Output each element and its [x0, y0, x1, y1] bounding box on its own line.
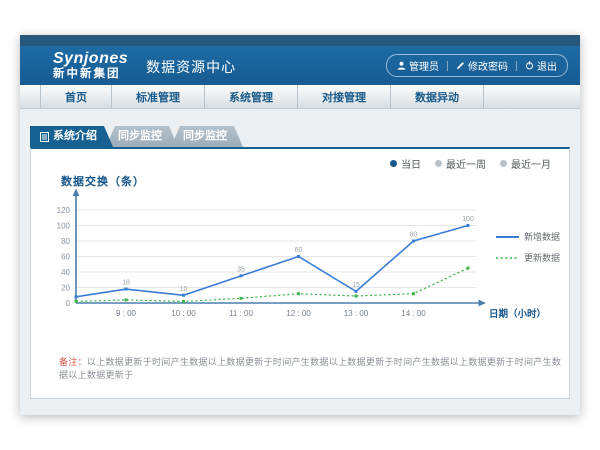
content-area: 系统介绍 同步监控 同步监控 当日 最近一周	[20, 126, 580, 415]
radio-dot[interactable]	[435, 160, 442, 167]
x-tick-label: 10 : 00	[171, 309, 196, 318]
radio-label: 最近一周	[446, 156, 486, 171]
y-tick-label: 120	[57, 206, 71, 215]
series-0: 18 10 35 60 15 80 100	[75, 216, 474, 298]
tab-system-intro[interactable]: 系统介绍	[30, 126, 113, 147]
exchange-chart: 0 20 40 60 80 100 120 9 : 00 10 : 00 11 : 00 12 : …	[41, 187, 561, 337]
tab-sync-monitor-2[interactable]: 同步监控	[171, 126, 243, 147]
user-toolbar: 管理员 修改密码 退出	[386, 54, 568, 77]
data-point-label: 10	[180, 286, 188, 293]
current-user-label: 管理员	[409, 58, 439, 73]
main-nav: 首页 标准管理 系统管理 对接管理 数据异动	[20, 85, 580, 109]
data-point	[412, 292, 415, 295]
tab-bar: 系统介绍 同步监控 同步监控	[30, 126, 580, 147]
data-point	[75, 295, 78, 298]
data-point	[467, 267, 470, 270]
data-point-label: 15	[352, 282, 360, 289]
data-point	[355, 295, 358, 298]
legend-label: 新增数据	[524, 231, 560, 242]
nav-item-data-change[interactable]: 数据异动	[391, 85, 484, 108]
radio-last-week[interactable]: 最近一周	[435, 156, 486, 171]
series-line-1	[76, 268, 468, 301]
tab-label: 同步监控	[118, 126, 162, 147]
radio-label: 当日	[401, 156, 421, 171]
legend-item-1[interactable]: 更新数据	[496, 252, 560, 263]
data-point-label: 18	[122, 280, 130, 287]
footnote: 备注：以上数据更新于时间产生数据以上数据更新于时间产生数据以上数据更新于时间产生…	[59, 355, 569, 381]
radio-today[interactable]: 当日	[390, 156, 421, 171]
y-axis-arrow	[73, 189, 80, 197]
tab-sync-monitor-1[interactable]: 同步监控	[106, 126, 178, 147]
header: Synjones 新中新集团 数据资源中心 管理员 修改密码	[20, 46, 580, 85]
data-point-label: 60	[295, 247, 303, 254]
x-axis-title: 日期（小时）	[489, 308, 546, 320]
divider	[447, 61, 448, 71]
y-tick-label: 80	[61, 237, 70, 246]
logout-label: 退出	[537, 58, 557, 73]
tab-label: 同步监控	[183, 126, 227, 147]
current-user-button[interactable]: 管理员	[397, 58, 439, 73]
top-strip	[20, 35, 580, 46]
y-tick-label: 100	[57, 222, 71, 231]
app-window: Synjones 新中新集团 数据资源中心 管理员 修改密码	[20, 35, 580, 415]
y-tick-label: 60	[61, 253, 70, 262]
x-tick-label: 9 : 00	[116, 309, 137, 318]
data-point	[297, 292, 300, 295]
y-tick-label: 40	[61, 268, 70, 277]
document-icon	[40, 132, 49, 142]
x-tick-label: 13 : 00	[344, 309, 369, 318]
brand-logo: Synjones 新中新集团	[53, 51, 128, 80]
user-icon	[397, 61, 406, 70]
data-point	[182, 294, 185, 297]
data-point-label: 80	[410, 232, 418, 239]
nav-item-docking-mgmt[interactable]: 对接管理	[298, 85, 391, 108]
data-point-label: 35	[237, 266, 245, 273]
edit-icon	[456, 61, 465, 70]
legend-item-0[interactable]: 新增数据	[496, 231, 560, 242]
data-point	[240, 297, 243, 300]
data-point	[355, 290, 358, 293]
data-point-label: 100	[462, 216, 474, 223]
data-point	[297, 255, 300, 258]
change-password-button[interactable]: 修改密码	[456, 58, 508, 73]
data-point	[412, 240, 415, 243]
y-tick-label: 20	[61, 284, 70, 293]
brand-name-cn: 新中新集团	[53, 68, 128, 80]
brand-name: Synjones	[53, 51, 128, 68]
x-tick-label: 11 : 00	[229, 309, 253, 318]
divider	[516, 61, 517, 71]
tab-label: 系统介绍	[53, 126, 97, 147]
y-tick-label: 0	[66, 299, 71, 308]
chart-panel: 当日 最近一周 最近一月 数据交换（条） 0204060801001209 : …	[30, 147, 570, 399]
data-point	[240, 274, 243, 277]
data-point	[125, 288, 128, 291]
footnote-text: 以上数据更新于时间产生数据以上数据更新于时间产生数据以上数据更新于时间产生数据以…	[59, 357, 561, 380]
data-point	[467, 224, 470, 227]
power-icon	[525, 61, 534, 70]
logout-button[interactable]: 退出	[525, 58, 557, 73]
nav-item-system-mgmt[interactable]: 系统管理	[205, 85, 298, 108]
data-point	[75, 300, 78, 303]
nav-item-home[interactable]: 首页	[40, 85, 112, 108]
x-axis-arrow	[479, 300, 487, 307]
x-tick-label: 12 : 00	[286, 309, 311, 318]
radio-last-month[interactable]: 最近一月	[500, 156, 551, 171]
legend-label: 更新数据	[524, 252, 560, 263]
change-password-label: 修改密码	[468, 58, 508, 73]
data-point	[182, 300, 185, 303]
page-title: 数据资源中心	[146, 55, 236, 77]
data-point	[125, 298, 128, 301]
radio-dot[interactable]	[390, 160, 397, 167]
time-range-filter: 当日 最近一周 最近一月	[390, 156, 551, 171]
radio-label: 最近一月	[511, 156, 551, 171]
footnote-prefix: 备注：	[59, 357, 87, 367]
radio-dot[interactable]	[500, 160, 507, 167]
x-tick-label: 14 : 00	[401, 309, 426, 318]
chart-axes: 0 20 40 60 80 100 120 9 : 00 10 : 00 11 : 00 12 : …	[57, 189, 486, 319]
nav-item-standard-mgmt[interactable]: 标准管理	[112, 85, 205, 108]
chart-plot	[76, 210, 476, 288]
